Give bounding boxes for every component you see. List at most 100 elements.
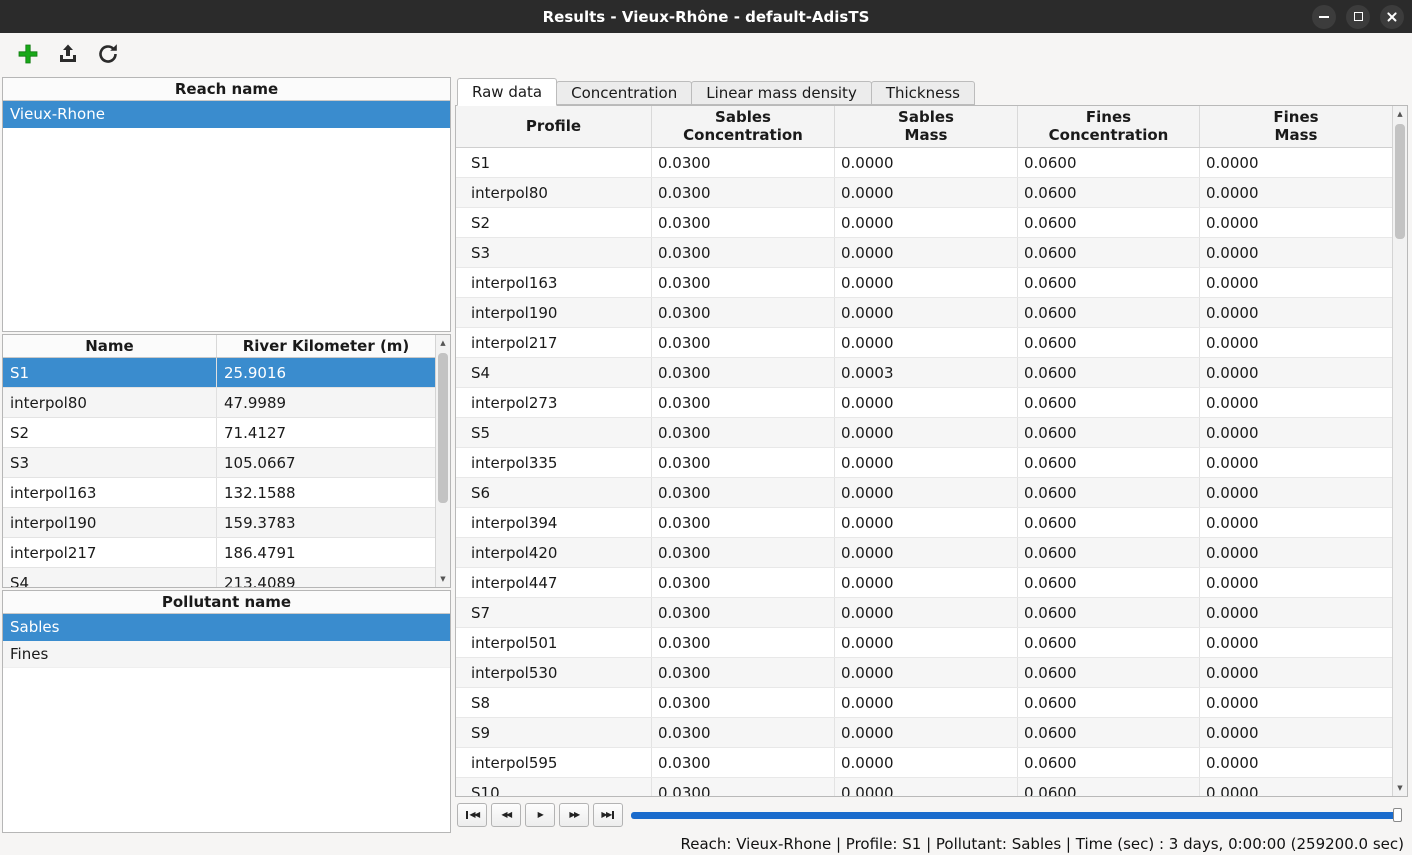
table-cell: 0.0600 — [1018, 598, 1200, 627]
table-cell: 0.0000 — [1200, 718, 1392, 747]
scroll-up-icon[interactable]: ▲ — [1393, 107, 1407, 121]
table-row[interactable]: interpol5010.03000.00000.06000.0000 — [456, 628, 1392, 658]
maximize-button[interactable] — [1346, 5, 1370, 29]
table-row[interactable]: S60.03000.00000.06000.0000 — [456, 478, 1392, 508]
toolbar — [0, 33, 1412, 75]
table-row[interactable]: S90.03000.00000.06000.0000 — [456, 718, 1392, 748]
table-cell: 0.0000 — [1200, 688, 1392, 717]
table-row[interactable]: interpol2730.03000.00000.06000.0000 — [456, 388, 1392, 418]
play-button[interactable]: ▶ — [525, 803, 555, 827]
profile-row[interactable]: S125.9016 — [3, 358, 435, 388]
minimize-button[interactable] — [1312, 5, 1336, 29]
table-cell: 0.0000 — [1200, 628, 1392, 657]
table-row[interactable]: interpol1630.03000.00000.06000.0000 — [456, 268, 1392, 298]
table-row[interactable]: S40.03000.00030.06000.0000 — [456, 358, 1392, 388]
table-cell: 0.0000 — [1200, 538, 1392, 567]
tab-linear-mass-density[interactable]: Linear mass density — [691, 81, 872, 105]
tab-thickness[interactable]: Thickness — [871, 81, 975, 105]
table-row[interactable]: interpol1900.03000.00000.06000.0000 — [456, 298, 1392, 328]
table-cell: interpol447 — [456, 568, 652, 597]
pollutant-item[interactable]: Fines — [3, 641, 450, 668]
tab-concentration[interactable]: Concentration — [556, 81, 692, 105]
profile-row[interactable]: interpol190159.3783 — [3, 508, 435, 538]
table-row[interactable]: interpol800.03000.00000.06000.0000 — [456, 178, 1392, 208]
scroll-down-icon[interactable]: ▼ — [1393, 781, 1407, 795]
profile-row[interactable]: S271.4127 — [3, 418, 435, 448]
table-cell: 0.0000 — [1200, 658, 1392, 687]
profiles-scroll-thumb[interactable] — [438, 353, 448, 503]
table-cell: 0.0300 — [652, 148, 835, 177]
table-cell: 0.0300 — [652, 358, 835, 387]
table-row[interactable]: S10.03000.00000.06000.0000 — [456, 148, 1392, 178]
profile-row[interactable]: interpol163132.1588 — [3, 478, 435, 508]
table-cell: 0.0000 — [835, 688, 1018, 717]
table-cell: 0.0600 — [1018, 298, 1200, 327]
refresh-button[interactable] — [94, 40, 122, 68]
pollutants-panel: Pollutant name SablesFines — [2, 590, 451, 833]
tab-raw-data[interactable]: Raw data — [457, 78, 557, 106]
table-cell: 0.0000 — [835, 178, 1018, 207]
table-cell: 0.0000 — [835, 718, 1018, 747]
table-cell: 0.0300 — [652, 658, 835, 687]
table-row[interactable]: interpol5950.03000.00000.06000.0000 — [456, 748, 1392, 778]
table-row[interactable]: interpol4470.03000.00000.06000.0000 — [456, 568, 1392, 598]
skip-to-start-button[interactable]: ◀◀ — [457, 803, 487, 827]
profile-row[interactable]: S4213.4089 — [3, 568, 435, 588]
table-cell: 0.0000 — [835, 448, 1018, 477]
skip-to-end-button[interactable]: ▶▶ — [593, 803, 623, 827]
step-back-button[interactable]: ◀◀ — [491, 803, 521, 827]
table-cell: 0.0000 — [1200, 598, 1392, 627]
scroll-down-icon[interactable]: ▼ — [436, 572, 450, 586]
table-row[interactable]: S30.03000.00000.06000.0000 — [456, 238, 1392, 268]
table-row[interactable]: interpol5300.03000.00000.06000.0000 — [456, 658, 1392, 688]
table-row[interactable]: S100.03000.00000.06000.0000 — [456, 778, 1392, 797]
table-cell: 0.0300 — [652, 688, 835, 717]
profile-row[interactable]: interpol217186.4791 — [3, 538, 435, 568]
table-cell: 0.0600 — [1018, 628, 1200, 657]
status-bar: Reach: Vieux-Rhone | Profile: S1 | Pollu… — [0, 833, 1412, 855]
table-cell: 0.0300 — [652, 388, 835, 417]
table-row[interactable]: interpol3350.03000.00000.06000.0000 — [456, 448, 1392, 478]
profile-row[interactable]: S3105.0667 — [3, 448, 435, 478]
pollutant-item[interactable]: Sables — [3, 614, 450, 641]
profile-cell: 71.4127 — [217, 418, 435, 447]
reach-item[interactable]: Vieux-Rhone — [3, 101, 450, 128]
time-slider[interactable] — [631, 812, 1402, 819]
step-back-icon: ◀◀ — [501, 811, 510, 819]
table-cell: 0.0000 — [1200, 478, 1392, 507]
results-scroll-thumb[interactable] — [1395, 124, 1405, 239]
profile-row[interactable]: interpol8047.9989 — [3, 388, 435, 418]
table-cell: 0.0300 — [652, 598, 835, 627]
table-cell: interpol190 — [456, 298, 652, 327]
table-row[interactable]: S80.03000.00000.06000.0000 — [456, 688, 1392, 718]
play-icon: ▶ — [538, 811, 543, 819]
table-cell: 0.0000 — [1200, 568, 1392, 597]
table-row[interactable]: interpol3940.03000.00000.06000.0000 — [456, 508, 1392, 538]
table-row[interactable]: interpol2170.03000.00000.06000.0000 — [456, 328, 1392, 358]
table-row[interactable]: S50.03000.00000.06000.0000 — [456, 418, 1392, 448]
results-table: Profile Sables Concentration Sables Mass… — [455, 105, 1408, 797]
profiles-scrollbar[interactable]: ▲ ▼ — [435, 335, 450, 587]
scroll-up-icon[interactable]: ▲ — [436, 336, 450, 350]
table-cell: 0.0000 — [835, 538, 1018, 567]
table-cell: 0.0000 — [1200, 508, 1392, 537]
results-scrollbar[interactable]: ▲ ▼ — [1392, 106, 1407, 796]
table-cell: 0.0600 — [1018, 448, 1200, 477]
close-button[interactable] — [1380, 5, 1404, 29]
window-title: Results - Vieux-Rhône - default-AdisTS — [543, 8, 870, 26]
add-button[interactable] — [14, 40, 42, 68]
export-button[interactable] — [54, 40, 82, 68]
time-slider-handle[interactable] — [1393, 808, 1402, 822]
table-cell: interpol273 — [456, 388, 652, 417]
table-row[interactable]: interpol4200.03000.00000.06000.0000 — [456, 538, 1392, 568]
table-row[interactable]: S20.03000.00000.06000.0000 — [456, 208, 1392, 238]
step-forward-button[interactable]: ▶▶ — [559, 803, 589, 827]
table-row[interactable]: S70.03000.00000.06000.0000 — [456, 598, 1392, 628]
results-table-body: S10.03000.00000.06000.0000interpol800.03… — [456, 148, 1392, 797]
table-cell: 0.0000 — [835, 388, 1018, 417]
table-cell: 0.0000 — [1200, 418, 1392, 447]
table-cell: S1 — [456, 148, 652, 177]
table-cell: S4 — [456, 358, 652, 387]
table-cell: 0.0300 — [652, 178, 835, 207]
table-cell: 0.0000 — [1200, 358, 1392, 387]
